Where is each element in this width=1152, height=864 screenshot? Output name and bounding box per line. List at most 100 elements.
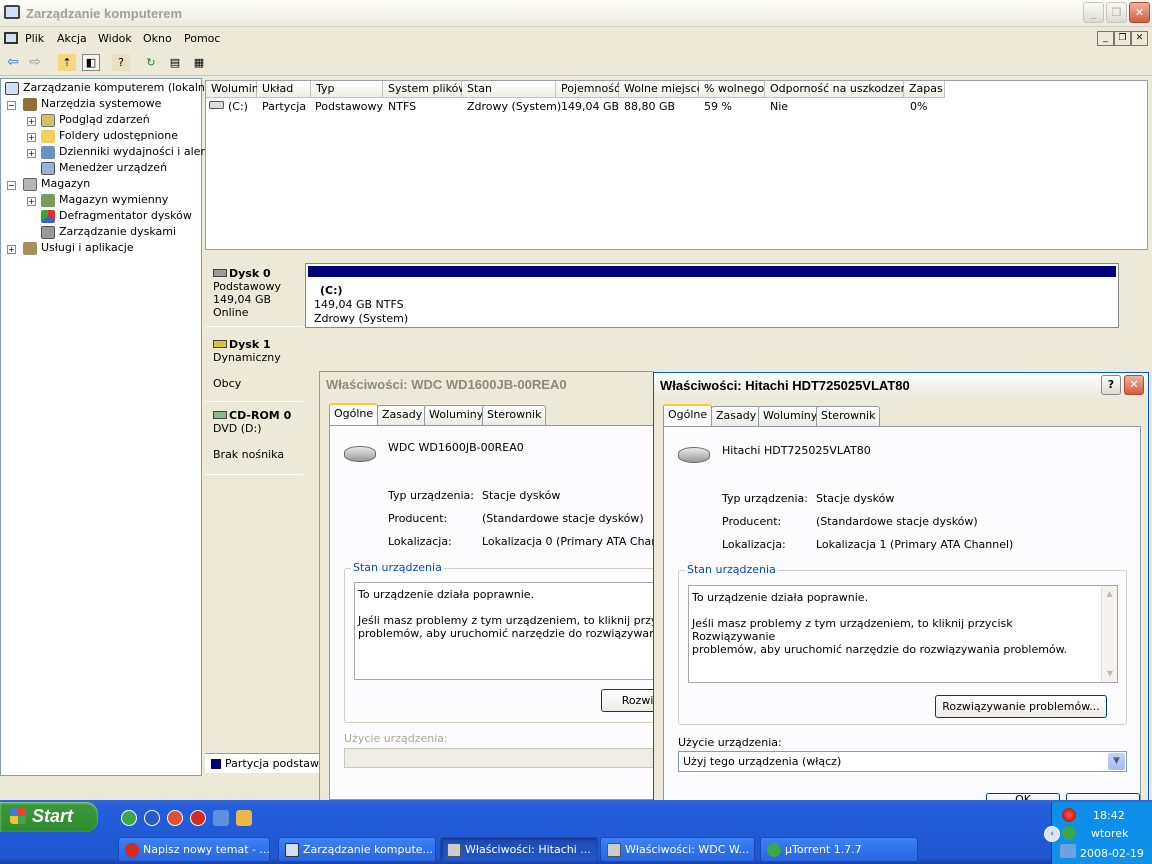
scroll-down-icon[interactable]: ▼ [1102,666,1118,682]
usage-select[interactable] [344,748,674,768]
col-header[interactable]: Typ [311,81,383,98]
app-quicklaunch-icon[interactable] [144,810,160,826]
browser-quicklaunch-icon[interactable] [167,810,183,826]
clock-date: 2008-02-19 [1080,847,1144,860]
usage-select[interactable]: Użyj tego urządzenia (włącz) ▼ [678,751,1127,772]
tray-expand-icon[interactable]: ‹ [1044,826,1060,842]
scroll-up-icon[interactable]: ▲ [1102,586,1117,602]
expand-icon[interactable]: + [7,245,16,254]
expand-icon[interactable]: + [27,149,36,158]
collapse-icon[interactable]: − [7,101,16,110]
console-tree: Zarządzanie komputerem (lokalne) − Narzę… [0,78,216,776]
menu-okno[interactable]: Okno [143,32,172,45]
tab-sterownik[interactable]: Sterownik [482,405,547,425]
tree-item-dzienniki[interactable]: Dzienniki wydajności i alerty [41,144,216,160]
disk-icon [213,269,227,277]
forward-arrow-icon[interactable]: ⇨ [26,54,44,71]
close-button[interactable]: ✕ [1129,2,1150,23]
app-menu-icon[interactable] [4,32,18,44]
show-tree-icon[interactable]: ◧ [82,54,100,71]
collapse-icon[interactable]: − [7,181,16,190]
col-header[interactable]: Odporność na uszkodzenia [765,81,917,98]
menu-pomoc[interactable]: Pomoc [184,32,220,45]
menu-akcja[interactable]: Akcja [57,32,87,45]
explorer-quicklaunch-icon[interactable] [213,810,229,826]
tree-item-menedzer[interactable]: Menedżer urządzeń [41,160,167,176]
window-title: Zarządzanie komputerem [26,6,183,21]
tab-zasady[interactable]: Zasady [377,405,428,425]
volume-icon [209,101,224,109]
col-header[interactable]: % wolnego [699,81,765,98]
cdrom-label[interactable]: CD-ROM 0 DVD (D:) Brak nośnika [205,405,303,475]
device-status-text: To urządzenie działa poprawnie. Jeśli ma… [354,582,674,680]
general-panel: Hitachi HDT725025VLAT80 Typ urządzenia: … [663,426,1141,807]
tab-ogolne[interactable]: Ogólne [663,404,713,426]
usage-label: Użycie urządzenia: [678,736,782,749]
expand-icon[interactable]: + [27,133,36,142]
cell[interactable]: (C:) [228,100,248,113]
minimize-button[interactable]: _ [1083,2,1104,23]
start-button[interactable]: Start [0,802,98,832]
disk1-label[interactable]: Dysk 1 Dynamiczny Obcy [205,334,303,402]
tray-utorrent-icon[interactable] [1062,826,1076,840]
up-folder-icon[interactable]: ⇡ [58,54,76,71]
col-header[interactable]: Układ [257,81,311,98]
export-icon[interactable]: ▤ [166,54,184,71]
col-header[interactable]: Stan [462,81,556,98]
back-arrow-icon[interactable]: ⇦ [4,54,22,71]
tray-gear-icon[interactable] [1062,808,1076,822]
task-zarzadzanie[interactable]: Zarządzanie kompute... [278,837,436,862]
tree-root[interactable]: Zarządzanie komputerem (lokalne) [5,80,216,96]
task-opera[interactable]: Napisz nowy temat - ... [118,837,270,862]
menu-widok[interactable]: Widok [98,32,132,45]
col-header[interactable]: Wolne miejsce [619,81,703,98]
tree-item-narzedzia[interactable]: Narzędzia systemowe [23,96,161,112]
tree-item-podglad[interactable]: Podgląd zdarzeń [41,112,150,128]
col-header[interactable]: System plików [383,81,467,98]
tools-icon [23,97,37,111]
defrag-icon [41,209,55,223]
dialog-close-button[interactable]: ✕ [1124,375,1144,395]
troubleshoot-button[interactable]: Rozwiązywanie problemów... [935,695,1107,718]
tree-item-defragmentator[interactable]: Defragmentator dysków [41,208,192,224]
mdi-minimize-button[interactable]: _ [1097,31,1114,46]
dropdown-arrow-icon[interactable]: ▼ [1108,753,1125,770]
status-scrollbar[interactable]: ▲ ▼ [1101,586,1117,682]
device-manager-icon [41,161,55,175]
tree-item-uslugi[interactable]: Usługi i aplikacje [23,240,134,256]
maximize-button[interactable]: ❐ [1106,2,1127,23]
task-utorrent[interactable]: µTorrent 1.7.7 [760,837,918,862]
disk0-partition[interactable]: (C:) 149,04 GB NTFS Zdrowy (System) [305,263,1119,328]
tree-item-magazyn-wymienny[interactable]: Magazyn wymienny [41,192,168,208]
opera-quicklaunch-icon[interactable] [190,810,206,826]
disk0-label[interactable]: Dysk 0 Podstawowy 149,04 GB Online [205,263,303,327]
tab-ogolne[interactable]: Ogólne [329,403,379,425]
clock-day: wtorek [1091,827,1129,840]
tree-item-foldery[interactable]: Foldery udostępnione [41,128,178,144]
col-header[interactable]: Pojemność [556,81,620,98]
tray-network-icon[interactable] [1060,844,1076,858]
mdi-close-button[interactable]: ✕ [1131,31,1148,46]
menu-plik[interactable]: Plik [25,32,44,45]
mdi-restore-button[interactable]: ❐ [1114,31,1131,46]
properties-icon[interactable]: ? [112,54,130,71]
tree-item-magazyn[interactable]: Magazyn [23,176,90,192]
tool-quicklaunch-icon[interactable] [236,810,252,826]
help-button[interactable]: ? [1101,375,1121,395]
clock-time[interactable]: 18:42 [1093,809,1125,822]
expand-icon[interactable]: + [27,197,36,206]
tab-woluminy[interactable]: Woluminy [424,405,489,425]
cell: 149,04 GB [561,100,620,113]
utorrent-quicklaunch-icon[interactable] [121,810,137,826]
tree-item-zarzadzanie-dyskami[interactable]: Zarządzanie dyskami [41,224,176,240]
expand-icon[interactable]: + [27,117,36,126]
tab-zasady[interactable]: Zasady [711,406,762,426]
task-wdc[interactable]: Właściwości: WDC W... [600,837,755,862]
col-header[interactable]: Zapas [904,81,945,98]
tab-woluminy[interactable]: Woluminy [758,406,823,426]
col-header[interactable]: Wolumin [206,81,259,98]
refresh-icon[interactable]: ↻ [142,54,160,71]
help-icon[interactable]: ▦ [190,54,208,71]
tab-sterownik[interactable]: Sterownik [816,406,881,426]
task-hitachi[interactable]: Właściwości: Hitachi ... [440,837,598,862]
